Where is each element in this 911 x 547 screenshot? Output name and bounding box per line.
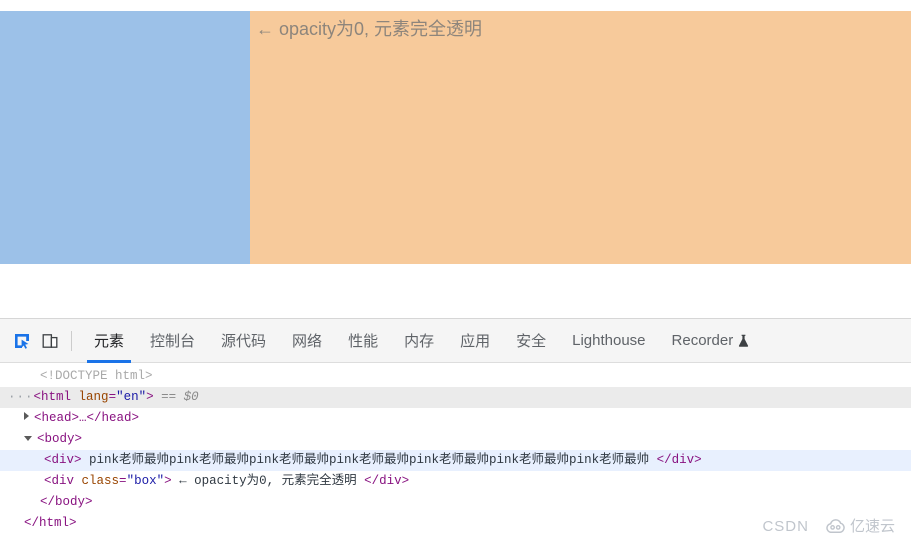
tab-lighthouse[interactable]: Lighthouse <box>559 319 658 363</box>
tab-application[interactable]: 应用 <box>447 319 503 363</box>
device-toolbar-icon <box>42 333 58 348</box>
tab-label: 应用 <box>460 333 491 350</box>
tab-recorder[interactable]: Recorder <box>659 319 763 363</box>
chevron-down-icon[interactable] <box>24 436 32 441</box>
dom-row-head[interactable]: <head>…</head> <box>0 408 911 429</box>
dom-row-doctype[interactable]: <!DOCTYPE html> <box>0 366 911 387</box>
dom-row-html-open[interactable]: ···<html lang="en"> == $0 <box>0 387 911 408</box>
tab-label: 元素 <box>94 333 125 350</box>
orange-block-text: ← opacity为0, 元素完全透明 <box>256 19 483 39</box>
flask-icon <box>739 334 749 347</box>
inspect-element-icon <box>15 333 29 349</box>
chevron-right-icon[interactable] <box>24 412 29 420</box>
head-row-text: <head>…</head> <box>34 411 140 425</box>
blue-block <box>0 11 250 264</box>
body-close-text: </body> <box>40 495 93 509</box>
devtools-toolbar: 元素 控制台 源代码 网络 性能 内存 应用 安全 Lighthouse Rec… <box>0 319 911 363</box>
tab-performance[interactable]: 性能 <box>335 319 391 363</box>
inspect-element-button[interactable] <box>8 327 36 355</box>
div-box-attr-class-value: "box" <box>126 474 165 488</box>
div-open-tag: <div> <box>44 453 82 467</box>
device-toolbar-button[interactable] <box>36 327 64 355</box>
cloud-logo-icon <box>826 519 845 533</box>
watermark-yisu-text: 亿速云 <box>849 518 895 535</box>
page-viewport: ← opacity为0, 元素完全透明 <box>0 0 911 318</box>
tab-label: 性能 <box>348 333 379 350</box>
dom-row-body-open[interactable]: <body> <box>0 429 911 450</box>
div-box-text-content: ← opacity为0, 元素完全透明 <box>179 474 357 488</box>
orange-block: ← opacity为0, 元素完全透明 <box>250 11 911 264</box>
tab-memory[interactable]: 内存 <box>391 319 447 363</box>
div-box-attr-class: class <box>81 474 120 488</box>
dom-row-div-box[interactable]: <div class="box"> ← opacity为0, 元素完全透明 </… <box>0 471 911 492</box>
attr-equals: = <box>108 390 117 404</box>
dom-row-div-plain[interactable]: <div> pink老师最帅pink老师最帅pink老师最帅pink老师最帅pi… <box>0 450 911 471</box>
tab-network[interactable]: 网络 <box>279 319 335 363</box>
html-tag-open: <html <box>33 390 72 404</box>
div-box-close-tag: </div> <box>364 474 410 488</box>
body-open-text: <body> <box>37 432 83 446</box>
tab-label: 内存 <box>404 333 435 350</box>
div-box-gt: > <box>164 474 172 488</box>
tab-label: 控制台 <box>150 333 196 350</box>
watermark-csdn: CSDN <box>762 518 809 535</box>
html-close-text: </html> <box>24 516 77 530</box>
expand-dots[interactable]: ··· <box>8 390 34 404</box>
attr-equals: = <box>119 474 127 488</box>
watermark-yisu: 亿速云 <box>825 516 895 537</box>
doctype-text: <!DOCTYPE html> <box>40 369 153 383</box>
devtools-tab-strip: 元素 控制台 源代码 网络 性能 内存 应用 安全 Lighthouse Rec… <box>81 319 762 363</box>
html-tag-gt: > <box>146 390 154 404</box>
devtools-panel: 元素 控制台 源代码 网络 性能 内存 应用 安全 Lighthouse Rec… <box>0 318 911 547</box>
div-close-tag: </div> <box>656 453 702 467</box>
page-blocks-row: ← opacity为0, 元素完全透明 <box>0 11 911 264</box>
tab-label: Recorder <box>671 332 734 349</box>
tab-console[interactable]: 控制台 <box>137 319 208 363</box>
selection-equals: == <box>161 390 177 404</box>
selection-variable: $0 <box>183 390 199 404</box>
watermark: CSDN 亿速云 <box>762 516 895 537</box>
tab-label: 安全 <box>516 333 547 350</box>
html-attr-lang-value: "en" <box>116 390 147 404</box>
html-attr-lang: lang <box>78 390 109 404</box>
dom-tree[interactable]: <!DOCTYPE html> ···<html lang="en"> == $… <box>0 363 911 547</box>
div-box-open-tag: <div <box>44 474 75 488</box>
dom-row-body-close[interactable]: </body> <box>0 492 911 513</box>
div-text-content: pink老师最帅pink老师最帅pink老师最帅pink老师最帅pink老师最帅… <box>89 453 650 467</box>
tab-sources[interactable]: 源代码 <box>208 319 279 363</box>
tab-label: 源代码 <box>221 333 267 350</box>
tab-label: 网络 <box>292 333 323 350</box>
tab-security[interactable]: 安全 <box>503 319 559 363</box>
tab-label: Lighthouse <box>572 332 646 349</box>
toolbar-divider <box>71 330 72 351</box>
tab-elements[interactable]: 元素 <box>81 319 137 363</box>
